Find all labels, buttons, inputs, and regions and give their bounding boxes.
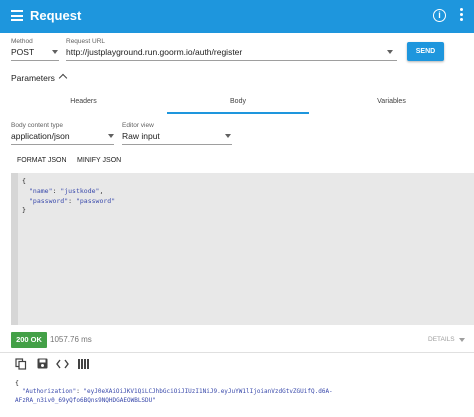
method-underline (11, 60, 59, 61)
info-icon[interactable]: i (433, 9, 446, 22)
content-type-underline (11, 144, 114, 145)
copy-icon[interactable] (15, 358, 27, 370)
body-content-type-select[interactable]: application/json (11, 131, 70, 141)
code-icon[interactable] (56, 359, 69, 369)
tab-variables[interactable]: Variables (309, 92, 474, 114)
response-line-auth: "Authorization": "eyJ0eXAiOiJKV1QiLCJhbG… (22, 388, 333, 395)
tab-headers[interactable]: Headers (0, 92, 167, 114)
status-badge: 200 OK (11, 332, 47, 348)
content-type-dropdown-icon[interactable] (108, 134, 114, 138)
send-button[interactable]: SEND (407, 42, 444, 61)
save-icon[interactable] (37, 358, 48, 369)
method-label: Method (11, 38, 33, 45)
response-divider (0, 352, 474, 353)
body-line-name: "name": "justkode", (29, 187, 104, 195)
editor-gutter (11, 173, 18, 325)
body-name-value: "justkode" (60, 187, 100, 195)
method-dropdown-icon[interactable] (52, 50, 58, 54)
body-line-password: "password": "password" (29, 197, 116, 205)
details-toggle[interactable]: DETAILS (428, 336, 455, 343)
app-title: Request (30, 8, 82, 23)
response-auth-key: "Authorization" (22, 388, 77, 395)
body-line-close: } (22, 206, 26, 214)
chevron-up-icon[interactable] (58, 73, 68, 83)
method-select[interactable]: POST (11, 47, 34, 57)
response-time: 1057.76 ms (50, 335, 92, 344)
app-bar: Request i (0, 0, 474, 33)
table-icon[interactable] (78, 359, 89, 369)
response-auth-value-2: AFzRA_n3iv0_69yQfo6BQns9NQHDGAEOWBLSDU" (15, 397, 156, 404)
menu-icon[interactable] (11, 10, 23, 22)
url-history-dropdown-icon[interactable] (387, 50, 393, 54)
body-editor[interactable] (11, 173, 474, 325)
tab-body[interactable]: Body (167, 92, 309, 114)
details-chevron-icon[interactable] (459, 338, 465, 342)
editor-view-label: Editor view (122, 122, 154, 129)
editor-view-select[interactable]: Raw input (122, 131, 160, 141)
body-password-key: "password" (29, 197, 69, 205)
body-line-open: { (22, 177, 26, 185)
url-underline (66, 60, 397, 61)
response-auth-value-1: "eyJ0eXAiOiJKV1QiLCJhbGciOiJIUzI1NiJ9.ey… (83, 388, 333, 395)
editor-view-dropdown-icon[interactable] (225, 134, 231, 138)
body-name-key: "name" (29, 187, 53, 195)
editor-view-underline (122, 144, 232, 145)
url-input[interactable]: http://justplayground.run.goorm.io/auth/… (66, 47, 242, 57)
format-json-button[interactable]: FORMAT JSON (17, 157, 67, 164)
parameters-tabs: Headers Body Variables (0, 92, 474, 114)
response-line-open: { (15, 379, 19, 387)
parameters-toggle[interactable]: Parameters (11, 73, 55, 83)
url-label: Request URL (66, 38, 106, 45)
active-tab-indicator (167, 112, 309, 114)
body-password-value: "password" (75, 197, 116, 205)
body-content-type-label: Body content type (11, 122, 64, 129)
minify-json-button[interactable]: MINIFY JSON (77, 157, 121, 164)
more-vert-icon[interactable] (460, 8, 464, 24)
